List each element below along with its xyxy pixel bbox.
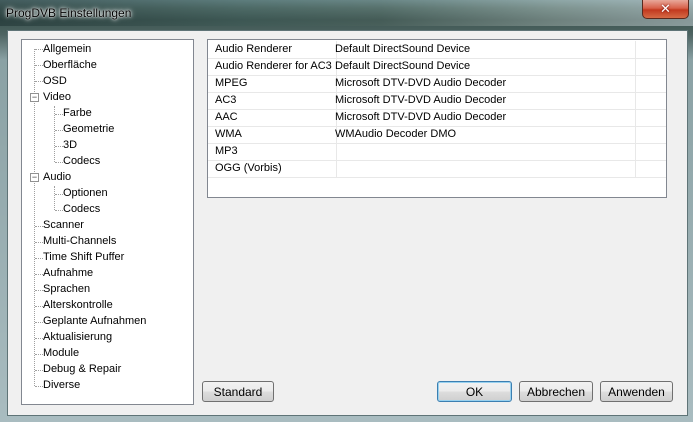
- settings-window: ProgDVB Einstellungen ✕ − − Allgemein Ob…: [0, 0, 693, 422]
- cancel-button[interactable]: Abbrechen: [519, 381, 593, 402]
- tree-item-audio-codecs[interactable]: Codecs: [63, 201, 100, 217]
- codec-value-cell[interactable]: [330, 160, 636, 177]
- codec-value-cell[interactable]: Microsoft DTV-DVD Audio Decoder: [330, 92, 636, 109]
- codec-name-cell: Audio Renderer for AC3: [208, 58, 337, 75]
- standard-button[interactable]: Standard: [202, 381, 274, 402]
- window-title: ProgDVB Einstellungen: [6, 6, 132, 20]
- tree-item-diverse[interactable]: Diverse: [43, 377, 80, 393]
- tree-connector: [55, 130, 63, 131]
- tree-item-multi-channels[interactable]: Multi-Channels: [43, 233, 116, 249]
- tree-connector: [35, 274, 43, 275]
- codec-value-cell[interactable]: [330, 143, 636, 160]
- tree-connector: [35, 242, 43, 243]
- tree-item-audio[interactable]: Audio: [43, 169, 71, 185]
- tree-connector: [35, 226, 43, 227]
- tree-item-sprachen[interactable]: Sprachen: [43, 281, 90, 297]
- tree-connector: [35, 81, 43, 82]
- table-row[interactable]: AC3 Microsoft DTV-DVD Audio Decoder: [208, 92, 666, 110]
- tree-connector: [35, 306, 43, 307]
- close-icon: ✕: [660, 1, 671, 16]
- apply-button[interactable]: Anwenden: [600, 381, 673, 402]
- tree-connector: [55, 146, 63, 147]
- collapse-audio-toggle[interactable]: −: [30, 173, 39, 182]
- tree-connector: [55, 210, 63, 211]
- settings-tree[interactable]: − − Allgemein Oberfläche OSD Video Farbe…: [21, 39, 194, 405]
- codec-value-cell[interactable]: Microsoft DTV-DVD Audio Decoder: [330, 109, 636, 126]
- table-row[interactable]: AAC Microsoft DTV-DVD Audio Decoder: [208, 109, 666, 127]
- table-row[interactable]: MPEG Microsoft DTV-DVD Audio Decoder: [208, 75, 666, 93]
- tree-item-video-3d[interactable]: 3D: [63, 137, 77, 153]
- tree-connector: [35, 322, 43, 323]
- tree-item-module[interactable]: Module: [43, 345, 79, 361]
- codec-name-cell: AAC: [208, 109, 337, 126]
- tree-connector: [55, 162, 63, 163]
- tree-connector: [35, 370, 43, 371]
- tree-connector: [35, 386, 43, 387]
- tree-connector: [35, 49, 43, 50]
- tree-item-osd[interactable]: OSD: [43, 73, 67, 89]
- codec-name-cell: OGG (Vorbis): [208, 160, 337, 177]
- minus-icon: −: [31, 172, 38, 182]
- tree-item-allgemein[interactable]: Allgemein: [43, 41, 91, 57]
- tree-connector: [35, 354, 43, 355]
- tree-item-video-geometrie[interactable]: Geometrie: [63, 121, 114, 137]
- tree-item-aufnahme[interactable]: Aufnahme: [43, 265, 93, 281]
- codec-grid: Audio Renderer Default DirectSound Devic…: [207, 39, 667, 198]
- minus-icon: −: [31, 92, 38, 102]
- codec-value-cell[interactable]: Default DirectSound Device: [330, 58, 636, 75]
- tree-connector: [35, 65, 43, 66]
- tree-item-oberflaeche[interactable]: Oberfläche: [43, 57, 97, 73]
- codec-name-cell: MPEG: [208, 75, 337, 92]
- table-row[interactable]: Audio Renderer Default DirectSound Devic…: [208, 41, 666, 59]
- codec-value-cell[interactable]: WMAudio Decoder DMO: [330, 126, 636, 143]
- tree-item-geplante-aufnahmen[interactable]: Geplante Aufnahmen: [43, 313, 146, 329]
- title-bar[interactable]: ProgDVB Einstellungen: [0, 0, 693, 26]
- codec-value-cell[interactable]: Microsoft DTV-DVD Audio Decoder: [330, 75, 636, 92]
- codec-value-cell[interactable]: Default DirectSound Device: [330, 41, 636, 58]
- table-row[interactable]: OGG (Vorbis): [208, 160, 666, 178]
- codec-name-cell: Audio Renderer: [208, 41, 337, 58]
- tree-item-debug-repair[interactable]: Debug & Repair: [43, 361, 121, 377]
- close-button[interactable]: ✕: [642, 0, 689, 19]
- table-row[interactable]: MP3: [208, 143, 666, 161]
- tree-connector: [55, 114, 63, 115]
- codec-name-cell: WMA: [208, 126, 337, 143]
- tree-connector: [35, 258, 43, 259]
- table-row[interactable]: Audio Renderer for AC3 Default DirectSou…: [208, 58, 666, 76]
- tree-connector: [55, 194, 63, 195]
- tree-connector: [54, 186, 55, 210]
- table-row[interactable]: WMA WMAudio Decoder DMO: [208, 126, 666, 144]
- tree-item-alterskontrolle[interactable]: Alterskontrolle: [43, 297, 113, 313]
- collapse-video-toggle[interactable]: −: [30, 93, 39, 102]
- tree-item-video-codecs[interactable]: Codecs: [63, 153, 100, 169]
- tree-item-video[interactable]: Video: [43, 89, 71, 105]
- tree-item-time-shift-puffer[interactable]: Time Shift Puffer: [43, 249, 124, 265]
- tree-item-audio-optionen[interactable]: Optionen: [63, 185, 108, 201]
- codec-name-cell: AC3: [208, 92, 337, 109]
- tree-item-aktualisierung[interactable]: Aktualisierung: [43, 329, 112, 345]
- codec-name-cell: MP3: [208, 143, 337, 160]
- tree-connector: [35, 290, 43, 291]
- tree-connector: [35, 338, 43, 339]
- ok-button[interactable]: OK: [437, 381, 512, 402]
- tree-item-video-farbe[interactable]: Farbe: [63, 105, 92, 121]
- tree-item-scanner[interactable]: Scanner: [43, 217, 84, 233]
